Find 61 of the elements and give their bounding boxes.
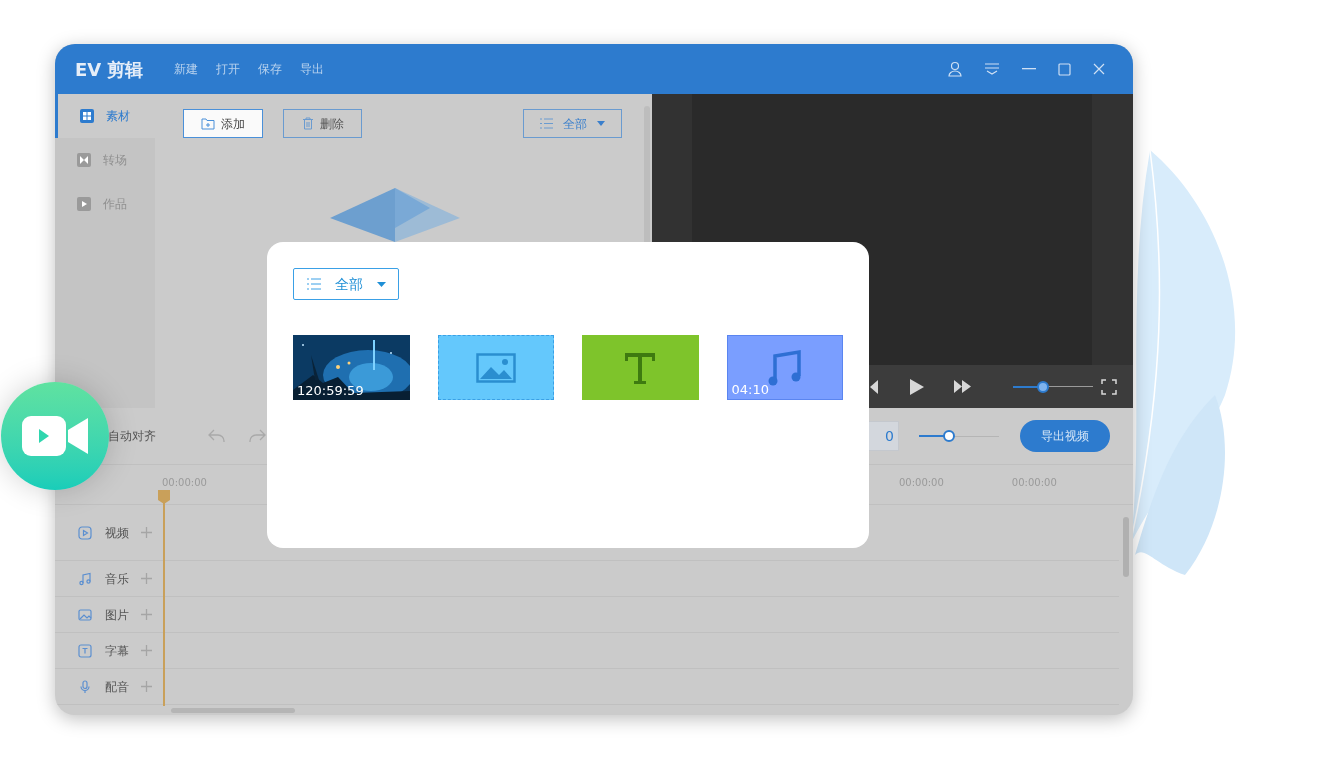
maximize-icon[interactable] [1058,62,1071,76]
plus-icon[interactable] [141,609,152,620]
user-icon[interactable] [948,61,962,77]
plus-icon[interactable] [141,573,152,584]
text-icon [78,643,92,658]
duration-label: 120:59:59 [297,384,364,397]
auto-align-label[interactable]: 自动对齐 [108,427,156,445]
video-camera-icon [22,416,88,456]
list-icon [306,278,321,290]
delete-button[interactable]: 删除 [283,109,362,138]
play-icon[interactable] [910,378,924,395]
slider-thumb[interactable] [942,430,955,442]
filter-dropdown[interactable]: 全部 [293,268,399,300]
track-label: 字幕 [105,642,129,660]
slider-thumb[interactable] [1037,380,1050,393]
caret-icon [376,281,386,287]
fullscreen-icon[interactable] [1101,378,1117,395]
image-icon [78,607,92,622]
video-icon [78,525,92,540]
microphone-icon [78,679,92,694]
music-note-icon [78,571,92,586]
redo-icon[interactable] [248,428,266,444]
filter-dropdown[interactable]: 全部 [523,109,622,138]
minimize-icon[interactable] [1022,68,1036,70]
menu-item[interactable]: 导出 [299,60,324,78]
caret-icon [597,121,605,126]
undo-icon[interactable] [208,428,226,444]
plus-icon[interactable] [141,645,152,656]
text-icon [623,350,658,385]
plus-icon[interactable] [141,527,152,538]
slider[interactable] [919,430,999,442]
media-thumbnail[interactable]: 04:10 [726,335,843,400]
image-icon [475,352,516,383]
sidebar-label: 素材 [106,108,130,125]
media-thumbnail[interactable] [437,335,554,400]
playhead[interactable] [158,490,170,706]
list-icon [540,118,553,129]
folder-plus-icon [201,117,215,130]
export-video-button[interactable]: 导出视频 [1020,420,1110,452]
close-icon[interactable] [1093,63,1105,75]
menu-item[interactable]: 打开 [215,60,240,78]
track-label: 视频 [105,524,129,542]
fast-forward-icon[interactable] [954,380,971,393]
slider[interactable] [1013,380,1093,393]
menu-item[interactable]: 保存 [257,60,282,78]
track-label: 音乐 [105,570,129,588]
film-icon [77,197,91,211]
add-button[interactable]: 添加 [183,109,263,138]
media-thumbnail[interactable] [582,335,699,400]
trash-icon [301,117,314,130]
plus-icon[interactable] [141,681,152,692]
sidebar-item[interactable]: 素材 [55,94,155,138]
grid-icon [80,109,94,123]
dropdown-menu-icon[interactable] [984,63,1000,75]
duration-label: 04:10 [731,383,769,396]
media-thumbnail[interactable]: 120:59:59 [293,335,410,400]
transition-icon [77,153,91,167]
app-title: EV 剪辑 [75,57,144,82]
menu-item[interactable]: 新建 [173,60,198,78]
track-label: 图片 [105,606,129,624]
track-label: 配音 [105,678,129,696]
